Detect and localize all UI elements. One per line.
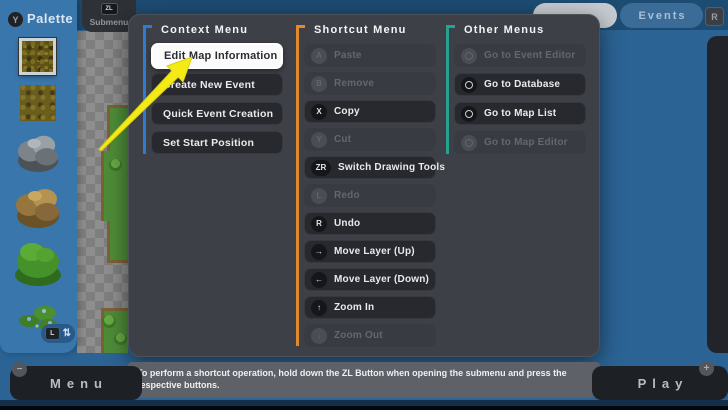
submenu-tab-label: Submenu	[90, 17, 129, 27]
column-title: Shortcut Menu	[314, 24, 436, 36]
rpg-maker-editor-screen: Events R Y Palette L ⇅ ZL Submenu Contex…	[0, 0, 728, 410]
menu-item-label: Move Layer (Down)	[334, 274, 429, 285]
menu-item-label: Redo	[334, 190, 360, 201]
play-button-label: Play	[632, 376, 689, 391]
key-badge-icon: X	[311, 104, 327, 120]
menu-item-label: Quick Event Creation	[163, 108, 273, 120]
menu-item-label: Switch Drawing Tools	[338, 162, 445, 173]
palette-tiles	[0, 0, 77, 353]
menu-item[interactable]: Quick Event Creation	[151, 102, 283, 125]
palette-tile-dark-grass-tile[interactable]	[19, 38, 56, 75]
palette-sidebar: Y Palette L ⇅	[0, 0, 77, 353]
menu-item: B Remove	[304, 72, 436, 95]
key-badge-icon: A	[311, 48, 327, 64]
column-title: Context Menu	[161, 24, 283, 36]
map-bush-sprite	[109, 159, 122, 171]
l-shoulder-key-icon: L	[45, 327, 60, 340]
shortcut-help-note: To perform a shortcut operation, hold do…	[128, 362, 600, 398]
menu-item[interactable]: Create New Event	[151, 73, 283, 96]
key-badge-icon: Y	[311, 132, 327, 148]
key-badge-icon: R	[311, 216, 327, 232]
column-accent-tick	[143, 25, 152, 28]
palette-page-switch[interactable]: L ⇅	[41, 324, 75, 343]
key-badge-icon: B	[311, 76, 327, 92]
palette-tile-gray-rock-tile[interactable]	[15, 131, 61, 173]
menu-item-label: Zoom Out	[334, 330, 383, 341]
menu-item[interactable]: Go to Database	[454, 73, 586, 96]
menu-item: Go to Event Editor	[454, 44, 586, 67]
map-bush-sprite	[114, 333, 127, 345]
minus-button-icon: −	[12, 362, 27, 377]
menu-item: Go to Map Editor	[454, 131, 586, 154]
column-accent-tick	[446, 25, 455, 28]
column-accent-line	[446, 25, 449, 154]
map-canvas[interactable]	[77, 31, 128, 353]
menu-item-label: Create New Event	[163, 79, 255, 91]
submenu-column: Shortcut Menu A Paste B Remove X Copy Y Cut ZRSwi…	[304, 24, 436, 352]
menu-item[interactable]: Edit Map Information	[151, 43, 283, 69]
menu-item[interactable]: Go to Map List	[454, 102, 586, 125]
menu-button[interactable]: Menu	[10, 366, 142, 400]
key-badge-icon: ZR	[311, 160, 331, 176]
tab-events[interactable]: Events	[620, 3, 703, 28]
menu-item-label: Go to Map Editor	[484, 137, 568, 148]
stick-button-icon	[461, 135, 477, 151]
plus-button-icon: +	[699, 361, 714, 376]
events-side-panel-edge	[707, 36, 728, 353]
swap-arrows-icon: ⇅	[63, 329, 71, 339]
column-accent-line	[143, 25, 146, 154]
column-accent-line	[296, 25, 299, 346]
stick-button-icon	[461, 77, 477, 93]
menu-item-label: Set Start Position	[163, 137, 254, 149]
menu-item[interactable]: ZRSwitch Drawing Tools	[304, 156, 436, 179]
menu-item-label: Move Layer (Up)	[334, 246, 415, 257]
menu-item[interactable]: ↑ Zoom In	[304, 296, 436, 319]
submenu-column: Other Menus Go to Event Editor Go to Datab…	[454, 24, 586, 160]
key-badge-icon: ↑	[311, 300, 327, 316]
bottom-black-strip	[0, 406, 728, 410]
submenu-panel: Context Menu Edit Map Information Create N…	[128, 14, 600, 357]
menu-item[interactable]: → Move Layer (Up)	[304, 240, 436, 263]
menu-item[interactable]: Set Start Position	[151, 131, 283, 154]
key-badge-icon: ↓	[311, 328, 327, 344]
menu-item-label: Zoom In	[334, 302, 374, 313]
menu-item: L Redo	[304, 184, 436, 207]
key-badge-icon: L	[311, 188, 327, 204]
menu-item: ↓ Zoom Out	[304, 324, 436, 347]
map-bush-sprite	[102, 315, 116, 328]
column-title: Other Menus	[464, 24, 586, 36]
menu-item-label: Go to Event Editor	[484, 50, 575, 61]
menu-item-label: Paste	[334, 50, 362, 61]
menu-item: A Paste	[304, 44, 436, 67]
menu-item[interactable]: X Copy	[304, 100, 436, 123]
menu-item-label: Copy	[334, 106, 360, 117]
menu-item[interactable]: ← Move Layer (Down)	[304, 268, 436, 291]
menu-item-label: Remove	[334, 78, 374, 89]
submenu-column: Context Menu Edit Map Information Create N…	[151, 24, 283, 160]
palette-tile-grass-tile[interactable]	[20, 85, 56, 121]
key-badge-icon: ←	[311, 272, 327, 288]
palette-tile-brown-rock-tile[interactable]	[14, 183, 62, 229]
key-badge-icon: →	[311, 244, 327, 260]
menu-item-label: Go to Database	[484, 79, 560, 90]
menu-item: Y Cut	[304, 128, 436, 151]
column-accent-tick	[296, 25, 305, 28]
menu-item[interactable]: R Undo	[304, 212, 436, 235]
stick-button-icon	[461, 48, 477, 64]
menu-item-label: Undo	[334, 218, 360, 229]
r-shoulder-key-icon: R	[705, 7, 724, 26]
menu-item-label: Go to Map List	[484, 108, 556, 119]
zl-key-icon: ZL	[101, 3, 118, 15]
stick-button-icon	[461, 106, 477, 122]
menu-item-label: Cut	[334, 134, 351, 145]
menu-item-label: Edit Map Information	[164, 50, 277, 62]
menu-button-label: Menu	[44, 376, 108, 391]
palette-tile-bush-tile[interactable]	[12, 237, 64, 287]
